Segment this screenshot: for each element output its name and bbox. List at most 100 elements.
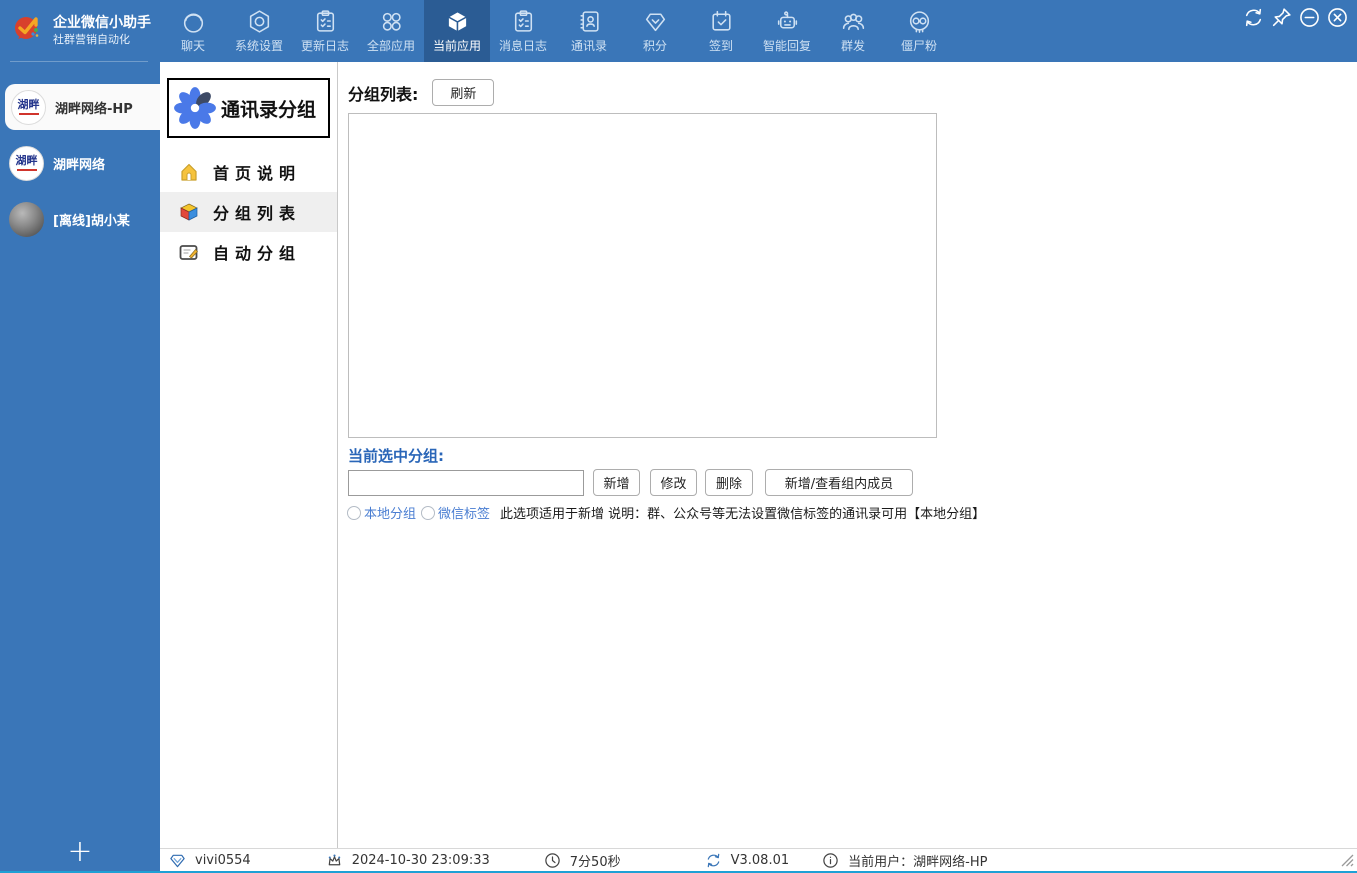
- nav-item-zombie-fans[interactable]: 僵尸粉: [886, 0, 952, 62]
- view-members-button[interactable]: 新增/查看组内成员: [765, 469, 913, 496]
- radio-local-group[interactable]: 本地分组: [347, 503, 416, 522]
- app-logo-icon: [12, 13, 46, 49]
- status-uptime: 7分50秒: [544, 851, 621, 870]
- account-name: 湖畔网络: [53, 157, 106, 173]
- nav-item-auto-reply[interactable]: 智能回复: [754, 0, 820, 62]
- resize-grip[interactable]: [1341, 854, 1354, 867]
- group-type-hint: 此选项适用于新增 说明：群、公众号等无法设置微信标签的通讯录可用【本地分组】: [500, 507, 986, 522]
- group-edit-row: 新增 修改 删除 新增/查看组内成员: [348, 469, 913, 496]
- menu-item-auto-group[interactable]: 自动分组: [160, 232, 337, 272]
- skull-icon: [906, 8, 933, 35]
- nav-item-current-app[interactable]: 当前应用: [424, 0, 490, 62]
- gem-icon: [169, 852, 186, 869]
- status-uptime-text: 7分50秒: [569, 854, 621, 870]
- add-group-button[interactable]: 新增: [593, 469, 640, 496]
- nav-item-settings[interactable]: 系统设置: [226, 0, 292, 62]
- menu-label: 首页说明: [213, 164, 302, 183]
- menu-item-group-list[interactable]: 分组列表: [160, 192, 337, 232]
- radio-label: 微信标签: [438, 507, 491, 522]
- minimize-button[interactable]: [1298, 6, 1321, 29]
- nav-label: 通讯录: [570, 39, 607, 53]
- status-bar: vivi0554 2024-10-30 23:09:33 7分50秒 V3.08…: [160, 848, 1357, 871]
- nav-label: 消息日志: [498, 39, 547, 53]
- nav-item-chat[interactable]: 聊天: [160, 0, 226, 62]
- brand-text: 企业微信小助手 社群营销自动化: [53, 15, 151, 46]
- box-icon: [178, 201, 200, 223]
- nav-label: 签到: [708, 39, 733, 53]
- status-version-text: V3.08.01: [730, 852, 790, 868]
- nav-item-checkin[interactable]: 签到: [688, 0, 754, 62]
- radio-wechat-tag[interactable]: 微信标签: [421, 503, 490, 522]
- close-button[interactable]: [1326, 6, 1349, 29]
- flower-icon: [172, 85, 218, 131]
- group-name-input[interactable]: [348, 469, 584, 496]
- radio-label: 本地分组: [364, 507, 417, 522]
- status-datetime: 2024-10-30 23:09:33: [326, 852, 490, 869]
- robot-icon: [774, 8, 801, 35]
- avatar-text: 湖畔: [17, 97, 40, 111]
- nav-label: 僵尸粉: [900, 39, 937, 53]
- nav-item-broadcast[interactable]: 群发: [820, 0, 886, 62]
- refresh-list-button[interactable]: 刷新: [432, 79, 495, 106]
- account-item-active[interactable]: 湖畔 湖畔网络-HP: [5, 84, 160, 130]
- account-avatar: 湖畔: [9, 145, 44, 181]
- selected-group-label: 当前选中分组:: [348, 447, 444, 465]
- sync-icon: [705, 852, 722, 869]
- delete-group-button[interactable]: 删除: [705, 469, 753, 496]
- calendar-check-icon: [708, 8, 735, 35]
- group-list-header: 分组列表: 刷新: [348, 79, 495, 106]
- cube-icon: [444, 8, 471, 35]
- nav-label: 智能回复: [762, 39, 811, 53]
- radio-icon: [347, 505, 361, 520]
- module-panel: 通讯录分组 首页说明 分组列表 自动分组: [160, 62, 338, 848]
- home-icon: [178, 161, 200, 183]
- info-icon: [822, 852, 839, 869]
- avatar-text: 湖畔: [15, 153, 38, 167]
- edit-group-button[interactable]: 修改: [650, 469, 697, 496]
- nav-label: 积分: [642, 39, 667, 53]
- nav-label: 当前应用: [432, 39, 481, 53]
- status-current-user-text: 当前用户：湖畔网络-HP: [848, 854, 988, 870]
- chat-icon: [180, 8, 207, 35]
- top-bar: 企业微信小助手 社群营销自动化 聊天 系统设置 更新日志 全部应用 当前应用 消…: [0, 0, 1357, 62]
- nav-label: 全部应用: [366, 39, 415, 53]
- status-current-user: 当前用户：湖畔网络-HP: [822, 851, 987, 870]
- pin-button[interactable]: [1270, 6, 1293, 29]
- status-account: vivi0554: [169, 852, 251, 869]
- diamond-icon: [642, 8, 669, 35]
- accounts-sidebar: 湖畔 湖畔网络-HP 湖畔 湖畔网络 [离线]胡小某 +: [0, 62, 160, 871]
- menu-label: 自动分组: [213, 244, 302, 263]
- gear-icon: [246, 8, 273, 35]
- group-listbox[interactable]: [348, 113, 937, 438]
- nav-item-all-apps[interactable]: 全部应用: [358, 0, 424, 62]
- nav-label: 群发: [840, 39, 865, 53]
- nav-item-update-log[interactable]: 更新日志: [292, 0, 358, 62]
- clock-icon: [544, 852, 561, 869]
- account-item-offline[interactable]: [离线]胡小某: [0, 196, 160, 242]
- menu-item-home[interactable]: 首页说明: [160, 152, 337, 192]
- crown-icon: [326, 852, 343, 869]
- apps-grid-icon: [378, 8, 405, 35]
- account-avatar: 湖畔: [11, 89, 46, 125]
- nav-label: 系统设置: [234, 39, 283, 53]
- nav-item-points[interactable]: 积分: [622, 0, 688, 62]
- clipboard-checklist-icon: [510, 8, 537, 35]
- account-item[interactable]: 湖畔 湖畔网络: [0, 140, 160, 186]
- nav-label: 更新日志: [300, 39, 349, 53]
- people-group-icon: [840, 8, 867, 35]
- radio-icon: [421, 505, 436, 520]
- top-nav: 聊天 系统设置 更新日志 全部应用 当前应用 消息日志 通讯录 积分 签到 智能…: [160, 0, 952, 62]
- group-list-label: 分组列表:: [348, 84, 419, 104]
- status-datetime-text: 2024-10-30 23:09:33: [351, 852, 490, 868]
- module-header: 通讯录分组: [167, 78, 330, 138]
- avatar-logo-bar: [16, 169, 37, 172]
- status-account-text: vivi0554: [195, 852, 251, 868]
- menu-label: 分组列表: [213, 204, 302, 223]
- app-brand: 企业微信小助手 社群营销自动化: [0, 0, 160, 62]
- nav-item-contacts[interactable]: 通讯录: [556, 0, 622, 62]
- refresh-button[interactable]: [1242, 6, 1265, 29]
- app-window: 企业微信小助手 社群营销自动化 聊天 系统设置 更新日志 全部应用 当前应用 消…: [0, 0, 1357, 873]
- app-subtitle: 社群营销自动化: [53, 32, 130, 46]
- add-account-button[interactable]: +: [0, 837, 160, 867]
- nav-item-message-log[interactable]: 消息日志: [490, 0, 556, 62]
